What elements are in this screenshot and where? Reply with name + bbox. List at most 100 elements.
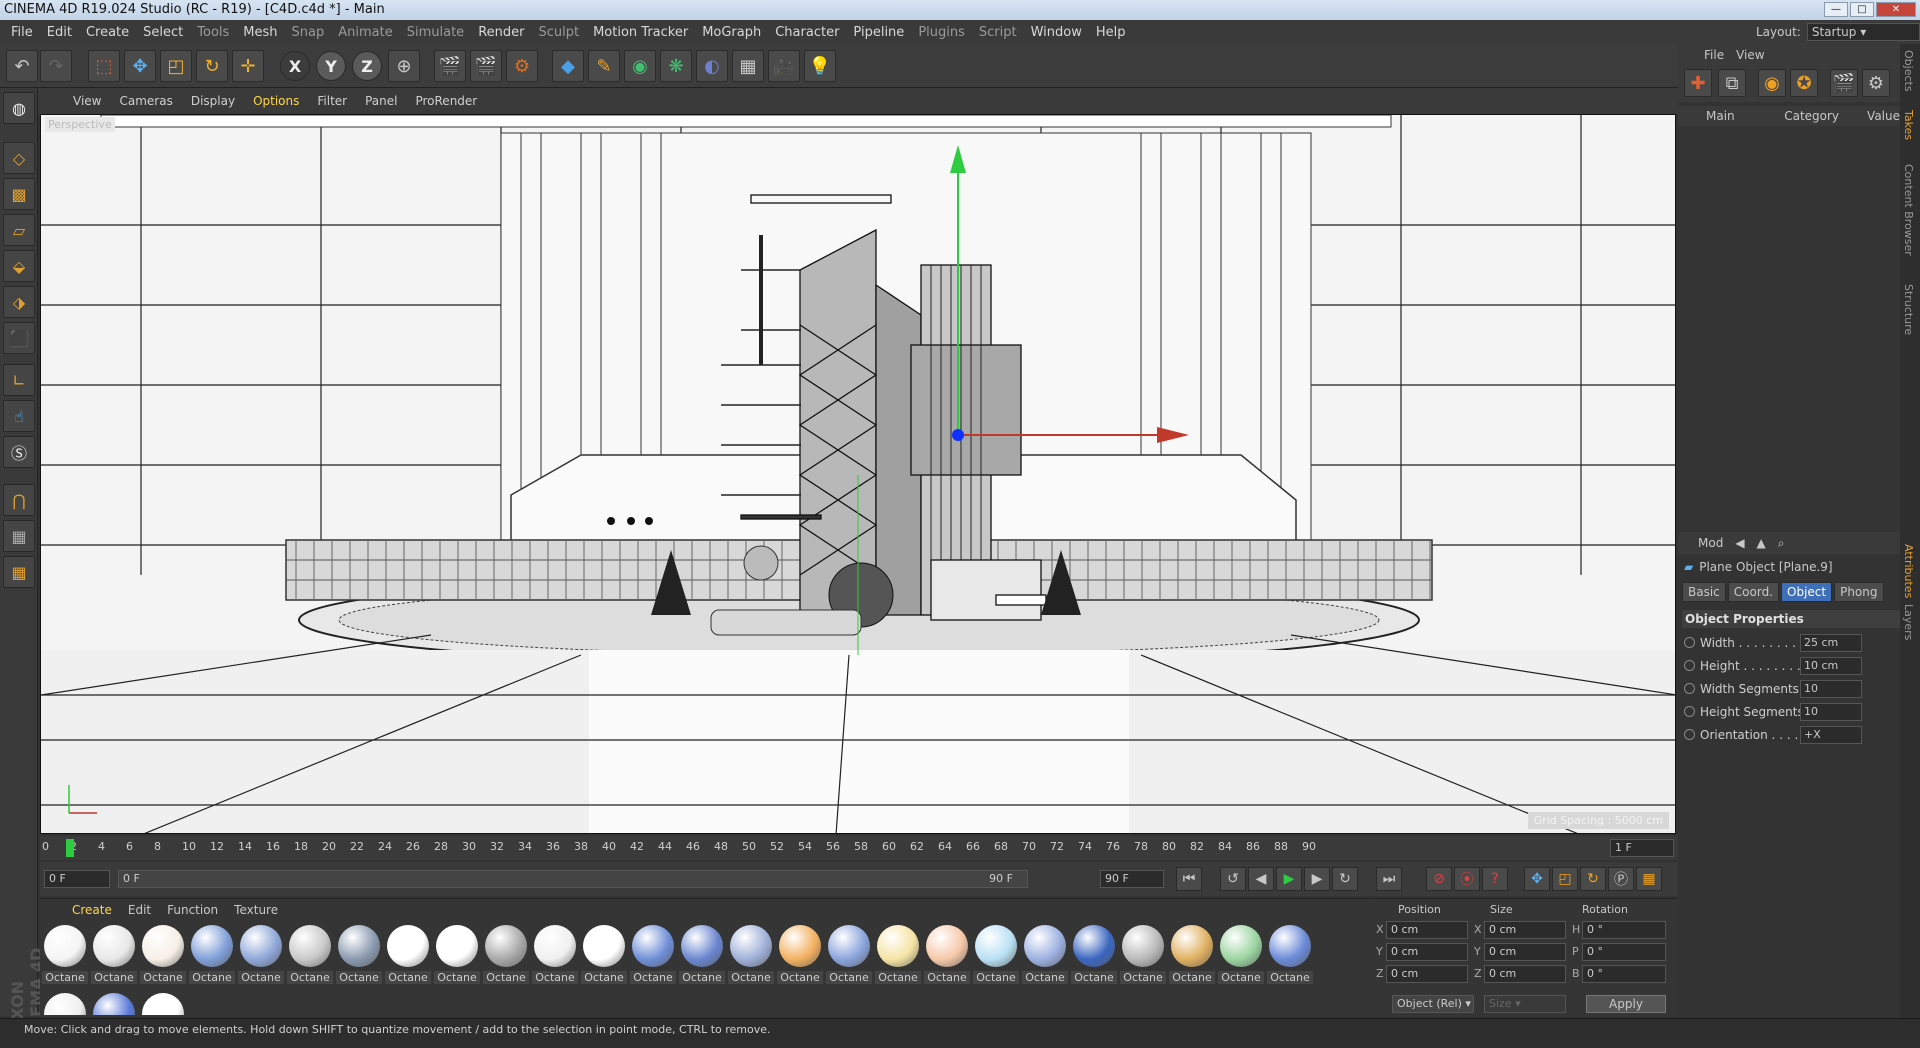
material-swatch[interactable]: Octane: [287, 925, 333, 987]
render-picture-viewer-icon[interactable]: 🎬: [470, 50, 502, 82]
solo-icon[interactable]: Ⓢ: [3, 436, 35, 468]
material-swatch[interactable]: Octane: [1267, 925, 1313, 987]
end-frame-field[interactable]: 90 F: [1100, 870, 1164, 888]
viewport-menu-prorender[interactable]: ProRender: [406, 94, 486, 108]
previous-key-icon[interactable]: ↺: [1220, 867, 1246, 891]
tab-object[interactable]: Object: [1781, 582, 1833, 602]
tweak-mode-icon[interactable]: ☝: [3, 400, 35, 432]
make-editable-icon[interactable]: ◍: [3, 92, 35, 124]
material-swatch[interactable]: Octane: [679, 925, 725, 987]
material-menu-create[interactable]: Create: [64, 903, 120, 917]
polygons-mode-icon[interactable]: ⬛: [3, 322, 35, 354]
material-swatch[interactable]: Octane: [973, 925, 1019, 987]
next-frame-icon[interactable]: ▶: [1304, 867, 1330, 891]
playhead[interactable]: [66, 839, 74, 857]
world-coordinate-icon[interactable]: ⊕: [388, 50, 420, 82]
pen-spline-icon[interactable]: ✎: [588, 50, 620, 82]
animate-property-icon[interactable]: [1684, 729, 1695, 740]
key-position-icon[interactable]: ✥: [1524, 867, 1550, 891]
material-swatch[interactable]: [91, 993, 137, 1015]
menu-sculpt[interactable]: Sculpt: [531, 25, 586, 40]
render-takes-icon[interactable]: 🎬: [1830, 69, 1858, 97]
size-field[interactable]: 0 cm: [1484, 965, 1566, 983]
axis-mode-icon[interactable]: ∟: [3, 364, 35, 396]
rotate-tool-icon[interactable]: ↻: [196, 50, 228, 82]
rotation-field[interactable]: 0 °: [1582, 965, 1666, 983]
frame-range-slider[interactable]: 0 F 90 F: [118, 870, 1028, 888]
material-swatch[interactable]: Octane: [1218, 925, 1264, 987]
move-tool-icon[interactable]: ✥: [124, 50, 156, 82]
animate-property-icon[interactable]: [1684, 683, 1695, 694]
material-swatch[interactable]: Octane: [630, 925, 676, 987]
property-value-field[interactable]: 10 cm: [1800, 657, 1862, 675]
key-pla-icon[interactable]: ▦: [1636, 867, 1662, 891]
search-icon[interactable]: ⌕: [1778, 536, 1785, 551]
material-swatch[interactable]: Octane: [483, 925, 529, 987]
menu-simulate[interactable]: Simulate: [400, 25, 471, 40]
lock-overrides-icon[interactable]: ⚙: [1862, 69, 1890, 97]
menu-motion-tracker[interactable]: Motion Tracker: [586, 25, 695, 40]
minimize-button[interactable]: —: [1824, 2, 1848, 17]
record-keys-icon[interactable]: ⊘: [1426, 867, 1452, 891]
menu-plugins[interactable]: Plugins: [911, 25, 972, 40]
material-swatch[interactable]: Octane: [1071, 925, 1117, 987]
side-tab-content-browser[interactable]: Content Browser: [1902, 164, 1915, 256]
rotation-field[interactable]: 0 °: [1582, 921, 1666, 939]
material-swatch[interactable]: Octane: [875, 925, 921, 987]
play-icon[interactable]: ▶: [1276, 867, 1302, 891]
z-axis-lock-icon[interactable]: Z: [352, 51, 382, 81]
auto-keying-icon[interactable]: ⦿: [1454, 867, 1480, 891]
material-menu-texture[interactable]: Texture: [226, 903, 286, 917]
obj-menu-file[interactable]: File: [1698, 48, 1730, 62]
viewport-menu-cameras[interactable]: Cameras: [110, 94, 181, 108]
material-swatch[interactable]: Octane: [581, 925, 627, 987]
material-swatch[interactable]: Octane: [42, 925, 88, 987]
property-value-field[interactable]: 10: [1800, 703, 1862, 721]
deformer-icon[interactable]: ◐: [696, 50, 728, 82]
transform-tool-icon[interactable]: ✛: [232, 50, 264, 82]
redo-icon[interactable]: ↷: [40, 50, 72, 82]
workplane-lock-icon[interactable]: ▦: [3, 520, 35, 552]
menu-script[interactable]: Script: [972, 25, 1024, 40]
position-field[interactable]: 0 cm: [1386, 965, 1468, 983]
menu-window[interactable]: Window: [1024, 25, 1089, 40]
key-scale-icon[interactable]: ◰: [1552, 867, 1578, 891]
material-menu-function[interactable]: Function: [159, 903, 226, 917]
menu-help[interactable]: Help: [1089, 25, 1133, 40]
menu-pipeline[interactable]: Pipeline: [846, 25, 911, 40]
col-main[interactable]: Main: [1706, 109, 1752, 123]
key-rotation-icon[interactable]: ↻: [1580, 867, 1606, 891]
attr-menu-mode[interactable]: Mod: [1698, 536, 1723, 550]
start-frame-field[interactable]: 0 F: [44, 870, 110, 888]
material-swatch[interactable]: Octane: [826, 925, 872, 987]
maximize-button[interactable]: □: [1850, 2, 1874, 17]
menu-tools[interactable]: Tools: [190, 25, 236, 40]
coordinate-mode-dropdown[interactable]: Object (Rel) ▾: [1392, 995, 1474, 1013]
render-view-icon[interactable]: 🎬: [434, 50, 466, 82]
menu-select[interactable]: Select: [136, 25, 190, 40]
material-swatch[interactable]: Octane: [1022, 925, 1068, 987]
property-value-field[interactable]: 25 cm: [1800, 634, 1862, 652]
obj-menu-view[interactable]: View: [1730, 48, 1770, 62]
material-swatch[interactable]: Octane: [336, 925, 382, 987]
material-swatch[interactable]: Octane: [777, 925, 823, 987]
animate-property-icon[interactable]: [1684, 706, 1695, 717]
live-selection-icon[interactable]: ⬚: [88, 50, 120, 82]
edges-mode-icon[interactable]: ⬗: [3, 286, 35, 318]
key-parameter-icon[interactable]: Ⓟ: [1608, 867, 1634, 891]
go-to-end-icon[interactable]: ⏭: [1376, 867, 1402, 891]
material-swatch[interactable]: Octane: [238, 925, 284, 987]
tab-phong[interactable]: Phong: [1834, 582, 1884, 602]
menu-mograph[interactable]: MoGraph: [695, 25, 768, 40]
menu-character[interactable]: Character: [768, 25, 846, 40]
side-tab-structure[interactable]: Structure: [1902, 284, 1915, 335]
col-category[interactable]: Category: [1784, 109, 1839, 123]
override-icon[interactable]: ◉: [1758, 69, 1786, 97]
menu-animate[interactable]: Animate: [331, 25, 399, 40]
timeline-ruler[interactable]: 0246810121416182022242628303234363840424…: [40, 836, 1678, 860]
property-value-field[interactable]: +X: [1800, 726, 1862, 744]
animate-property-icon[interactable]: [1684, 660, 1695, 671]
animate-property-icon[interactable]: [1684, 637, 1695, 648]
points-mode-icon[interactable]: ⬙: [3, 250, 35, 282]
material-swatch[interactable]: Octane: [728, 925, 774, 987]
